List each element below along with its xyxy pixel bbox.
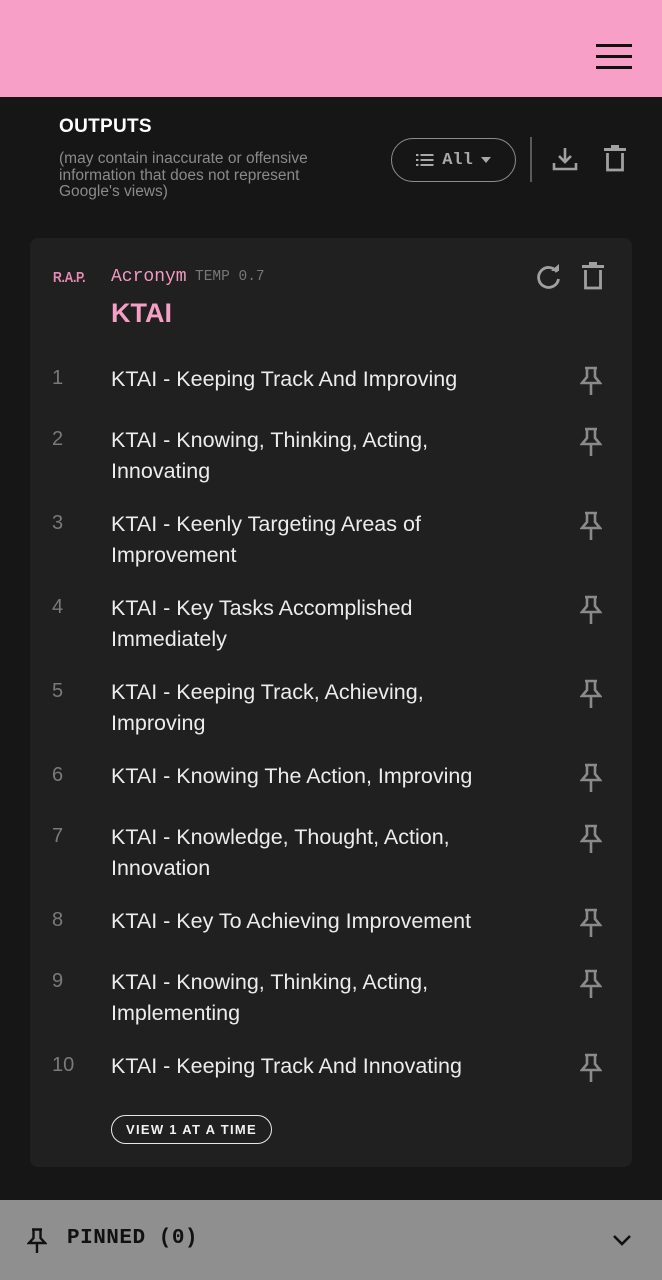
list-item-number: 4 xyxy=(52,596,64,618)
pin-icon[interactable] xyxy=(580,824,602,854)
trash-icon[interactable] xyxy=(582,262,604,290)
list-item-number: 6 xyxy=(52,764,64,786)
list-item-text: KTAI - Keenly Targeting Areas of Improve… xyxy=(111,512,421,567)
filter-label: All xyxy=(442,150,473,170)
list-item-text: KTAI - Knowing The Action, Improving xyxy=(111,764,473,788)
list-item: 2 KTAI - Knowing, Thinking, Acting, Innov… xyxy=(30,421,632,505)
list-item: 8 KTAI - Key To Achieving Improvement xyxy=(30,902,632,963)
header-divider xyxy=(530,137,532,182)
trash-icon[interactable] xyxy=(604,145,626,172)
list-item-number: 1 xyxy=(52,367,64,389)
refresh-icon[interactable] xyxy=(536,264,561,290)
list-item-number: 10 xyxy=(52,1054,75,1076)
list-item: 1 KTAI - Keeping Track And Improving xyxy=(30,360,632,421)
list-item-text: KTAI - Knowing, Thinking, Acting, Implem… xyxy=(111,970,429,1025)
list-icon xyxy=(416,154,434,166)
list-item: 3 KTAI - Keenly Targeting Areas of Improv… xyxy=(30,505,632,589)
pin-icon[interactable] xyxy=(580,511,602,541)
pin-icon[interactable] xyxy=(580,1053,602,1083)
list-item: 7 KTAI - Knowledge, Thought, Action, Inno… xyxy=(30,818,632,902)
pin-icon[interactable] xyxy=(580,908,602,938)
list-item-number: 7 xyxy=(52,825,64,847)
pin-icon[interactable] xyxy=(580,763,602,793)
pin-icon[interactable] xyxy=(580,679,602,709)
top-bar xyxy=(0,0,662,97)
list-item-number: 3 xyxy=(52,512,64,534)
list-item-text: KTAI - Key To Achieving Improvement xyxy=(111,909,472,933)
list-item-number: 8 xyxy=(52,909,64,931)
list-item-text: KTAI - Key Tasks Accomplished Immediatel… xyxy=(111,596,413,651)
list-item: 6 KTAI - Knowing The Action, Improving xyxy=(30,757,632,818)
outputs-header: OUTPUTS (may contain inaccurate or offen… xyxy=(59,116,359,201)
filter-dropdown-button[interactable]: All xyxy=(391,138,516,182)
temperature-label: TEMP 0.7 xyxy=(195,269,265,285)
list-item: 10 KTAI - Keeping Track And Innovating xyxy=(30,1047,632,1108)
list-item-text: KTAI - Knowing, Thinking, Acting, Innova… xyxy=(111,428,429,483)
list-item-text: KTAI - Knowledge, Thought, Action, Innov… xyxy=(111,825,450,880)
pin-icon xyxy=(27,1228,47,1253)
pin-icon[interactable] xyxy=(580,969,602,999)
mode-label: Acronym xyxy=(111,267,187,287)
list-item: 5 KTAI - Keeping Track, Achieving, Improv… xyxy=(30,673,632,757)
pinned-label: PINNED (0) xyxy=(67,1227,199,1250)
pin-icon[interactable] xyxy=(580,366,602,396)
outputs-disclaimer: (may contain inaccurate or offensive inf… xyxy=(59,150,308,200)
caret-down-icon xyxy=(480,157,491,163)
list-item-text: KTAI - Keeping Track And Improving xyxy=(111,367,458,391)
output-card: R.A.P. Acronym TEMP 0.7 KTAI 1 KTAI - Kee… xyxy=(30,238,632,1167)
outputs-title: OUTPUTS xyxy=(59,116,152,137)
pin-icon[interactable] xyxy=(580,595,602,625)
list-item-text: KTAI - Keeping Track And Innovating xyxy=(111,1054,462,1078)
pinned-bar[interactable]: PINNED (0) xyxy=(0,1200,662,1280)
prompt-word: KTAI xyxy=(111,298,172,328)
list-item-number: 5 xyxy=(52,680,64,702)
download-icon[interactable] xyxy=(552,146,578,172)
list-item-number: 9 xyxy=(52,970,64,992)
rap-badge: R.A.P. xyxy=(53,269,86,286)
chevron-down-icon[interactable] xyxy=(612,1234,632,1247)
list-item: 9 KTAI - Knowing, Thinking, Acting, Imple… xyxy=(30,963,632,1047)
list-item-number: 2 xyxy=(52,428,64,450)
pin-icon[interactable] xyxy=(580,427,602,457)
list-item: 4 KTAI - Key Tasks Accomplished Immediate… xyxy=(30,589,632,673)
view-one-at-a-time-button[interactable]: VIEW 1 AT A TIME xyxy=(111,1115,272,1144)
hamburger-menu-icon[interactable] xyxy=(596,44,632,70)
list-item-text: KTAI - Keeping Track, Achieving, Improvi… xyxy=(111,680,424,735)
